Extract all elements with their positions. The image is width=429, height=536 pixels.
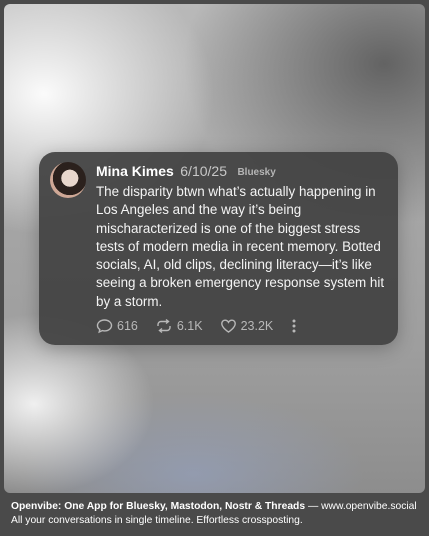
footer-headline: Openvibe: One App for Bluesky, Mastodon,… [11, 501, 306, 512]
reply-count: 616 [117, 319, 138, 333]
like-count: 23.2K [240, 319, 274, 333]
post-card[interactable]: Mina Kimes 6/10/25 Bluesky The disparity… [39, 152, 398, 345]
repost-arrows-icon [157, 318, 171, 334]
heart-icon [220, 319, 236, 333]
more-options-button[interactable] [290, 318, 298, 334]
post-date: 6/10/25 [180, 163, 227, 179]
promo-footer: Openvibe: One App for Bluesky, Mastodon,… [11, 500, 421, 528]
avatar[interactable] [50, 162, 86, 198]
post-actions: 616 6.1K 23.2K [96, 318, 298, 334]
background-canvas: Mina Kimes 6/10/25 Bluesky The disparity… [4, 4, 425, 493]
repost-button[interactable]: 6.1K [155, 318, 203, 334]
reply-button[interactable]: 616 [96, 318, 138, 334]
footer-tagline: All your conversations in single timelin… [11, 515, 303, 526]
footer-url[interactable]: www.openvibe.social [321, 501, 417, 512]
like-button[interactable]: 23.2K [220, 318, 274, 334]
speech-bubble-icon [96, 319, 113, 334]
post-header: Mina Kimes 6/10/25 Bluesky [96, 163, 276, 181]
source-network: Bluesky [237, 167, 276, 178]
footer-separator: — [305, 501, 322, 512]
footer-line-1: Openvibe: One App for Bluesky, Mastodon,… [11, 500, 421, 514]
repost-count: 6.1K [176, 319, 203, 333]
vertical-ellipsis-icon [292, 319, 296, 333]
author-name[interactable]: Mina Kimes [96, 163, 174, 179]
post-text: The disparity btwn what’s actually happe… [96, 184, 385, 309]
